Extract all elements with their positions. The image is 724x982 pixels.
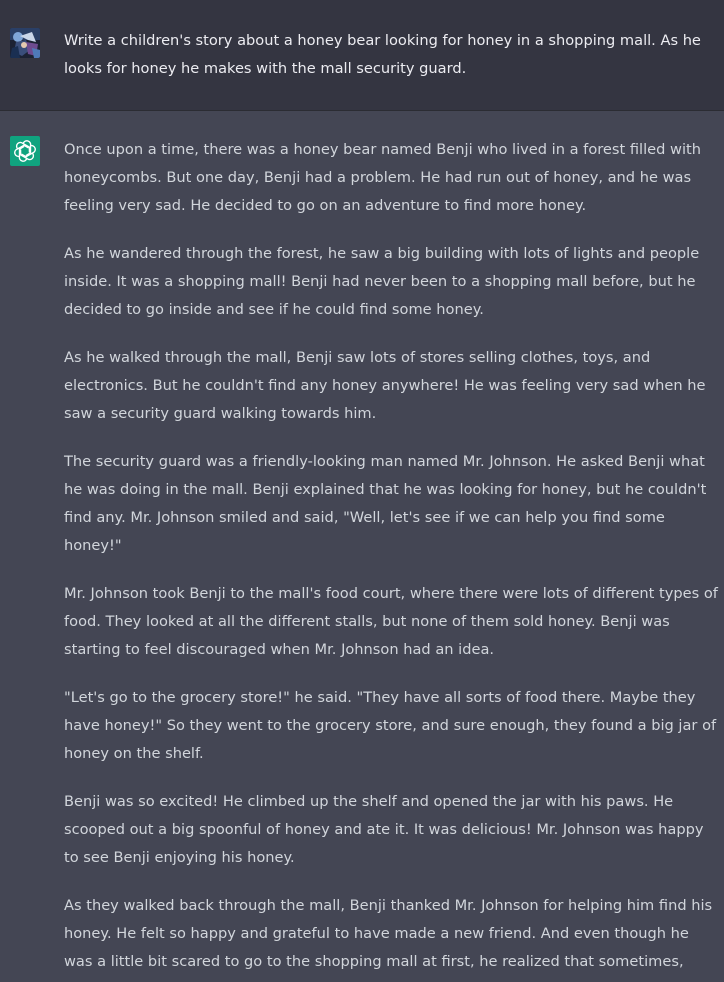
assistant-message-row: Once upon a time, there was a honey bear… xyxy=(0,111,724,982)
story-paragraph: Benji was so excited! He climbed up the … xyxy=(64,793,704,866)
user-avatar xyxy=(10,28,40,58)
story-paragraph: Once upon a time, there was a honey bear… xyxy=(64,141,702,214)
user-message-text: Write a children's story about a honey b… xyxy=(64,32,701,77)
user-message-row: Write a children's story about a honey b… xyxy=(0,0,724,111)
story-paragraph: "Let's go to the grocery store!" he said… xyxy=(64,689,717,762)
story-paragraph: Mr. Johnson took Benji to the mall's foo… xyxy=(64,585,718,658)
user-avatar-image xyxy=(10,28,40,58)
story-paragraph: As they walked back through the mall, Be… xyxy=(64,897,713,982)
assistant-avatar xyxy=(10,136,40,166)
story-paragraph: The security guard was a friendly-lookin… xyxy=(64,453,707,554)
story-paragraph: As he wandered through the forest, he sa… xyxy=(64,245,700,318)
openai-logo-icon xyxy=(14,140,36,162)
story-paragraph: As he walked through the mall, Benji saw… xyxy=(64,349,706,422)
assistant-message-text: Once upon a time, there was a honey bear… xyxy=(64,136,719,982)
